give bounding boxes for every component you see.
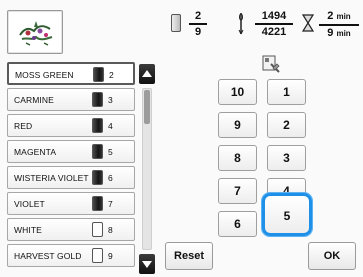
color-item-moss-green[interactable]: MOSS GREEN 2 xyxy=(7,62,135,85)
ok-button[interactable]: OK xyxy=(308,242,356,270)
thread-spool-icon xyxy=(92,170,103,185)
key-2[interactable]: 2 xyxy=(267,112,306,138)
triangle-up-icon xyxy=(142,70,152,77)
color-order-number: 3 xyxy=(108,95,113,105)
thread-spool-icon xyxy=(92,248,103,263)
triangle-down-icon xyxy=(142,261,152,268)
fraction-line xyxy=(319,24,359,26)
color-name: CARMINE xyxy=(14,95,54,105)
color-item-wisteria-violet[interactable]: WISTERIA VIOLET 6 xyxy=(7,166,135,189)
color-name: WHITE xyxy=(14,225,42,235)
time-unit: min xyxy=(336,28,351,38)
hourglass-icon xyxy=(302,14,314,32)
key-3[interactable]: 3 xyxy=(267,145,306,171)
stitch-current: 1494 xyxy=(261,10,287,22)
time-count: 2 min 9 min xyxy=(319,10,359,40)
stitch-count: 1494 4221 xyxy=(255,10,293,38)
color-item-carmine[interactable]: CARMINE 3 xyxy=(7,88,135,111)
left-panel: MOSS GREEN 2 CARMINE 3 RED 4 MAGENTA 5 W… xyxy=(4,4,156,274)
number-keypad: 10 1 9 2 8 3 7 4 6 5 xyxy=(218,79,324,249)
fraction-line xyxy=(255,23,293,25)
thread-spool-icon xyxy=(92,118,103,133)
color-order-number: 2 xyxy=(109,70,114,80)
color-name: VIOLET xyxy=(14,199,45,209)
thread-spool-icon xyxy=(92,196,103,211)
thread-color-list: MOSS GREEN 2 CARMINE 3 RED 4 MAGENTA 5 W… xyxy=(7,62,137,274)
thread-spool-icon xyxy=(92,144,103,159)
color-item-red[interactable]: RED 4 xyxy=(7,114,135,137)
scroll-down-button[interactable] xyxy=(139,254,155,274)
scroll-up-button[interactable] xyxy=(139,64,155,84)
key-6[interactable]: 6 xyxy=(218,211,257,237)
key-9[interactable]: 9 xyxy=(218,112,257,138)
color-count: 2 9 xyxy=(189,10,207,38)
fraction-line xyxy=(189,23,207,25)
color-name: WISTERIA VIOLET xyxy=(14,173,89,183)
color-order-number: 6 xyxy=(108,173,113,183)
color-current: 2 xyxy=(194,10,202,22)
color-name: HARVEST GOLD xyxy=(14,251,82,261)
color-item-violet[interactable]: VIOLET 7 xyxy=(7,192,135,215)
color-name: RED xyxy=(14,121,33,131)
color-sort-icon xyxy=(262,55,280,73)
key-1[interactable]: 1 xyxy=(267,79,306,105)
needle-icon xyxy=(238,13,244,35)
color-order-number: 8 xyxy=(108,225,113,235)
color-order-number: 4 xyxy=(108,121,113,131)
time-current: 2 xyxy=(327,10,334,22)
stitch-total: 4221 xyxy=(261,25,287,38)
thread-spool-icon xyxy=(171,14,181,32)
status-bar: 2 9 1494 4221 2 min 9 min xyxy=(165,8,363,44)
color-total: 9 xyxy=(194,25,202,38)
design-preview xyxy=(7,10,63,54)
key-5[interactable]: 5 xyxy=(262,193,312,236)
color-item-white[interactable]: WHITE 8 xyxy=(7,218,135,241)
embroidery-color-sort-screen: MOSS GREEN 2 CARMINE 3 RED 4 MAGENTA 5 W… xyxy=(0,0,363,277)
thread-spool-icon xyxy=(92,222,103,237)
time-unit: min xyxy=(336,12,351,21)
reset-button[interactable]: Reset xyxy=(165,242,213,270)
key-8[interactable]: 8 xyxy=(218,145,257,171)
embroidery-design-icon xyxy=(19,21,53,46)
scrollbar-track[interactable] xyxy=(142,88,152,250)
color-order-number: 9 xyxy=(108,251,113,261)
key-10[interactable]: 10 xyxy=(218,79,257,105)
color-order-number: 5 xyxy=(108,147,113,157)
color-item-harvest-gold[interactable]: HARVEST GOLD 9 xyxy=(7,244,135,267)
key-7[interactable]: 7 xyxy=(218,178,257,204)
time-total: 9 xyxy=(327,26,334,39)
color-name: MAGENTA xyxy=(14,147,57,157)
thread-spool-icon xyxy=(93,67,104,82)
thread-spool-icon xyxy=(92,92,103,107)
color-item-magenta[interactable]: MAGENTA 5 xyxy=(7,140,135,163)
scrollbar-thumb[interactable] xyxy=(144,90,150,124)
color-order-number: 7 xyxy=(108,199,113,209)
color-name: MOSS GREEN xyxy=(15,70,74,80)
